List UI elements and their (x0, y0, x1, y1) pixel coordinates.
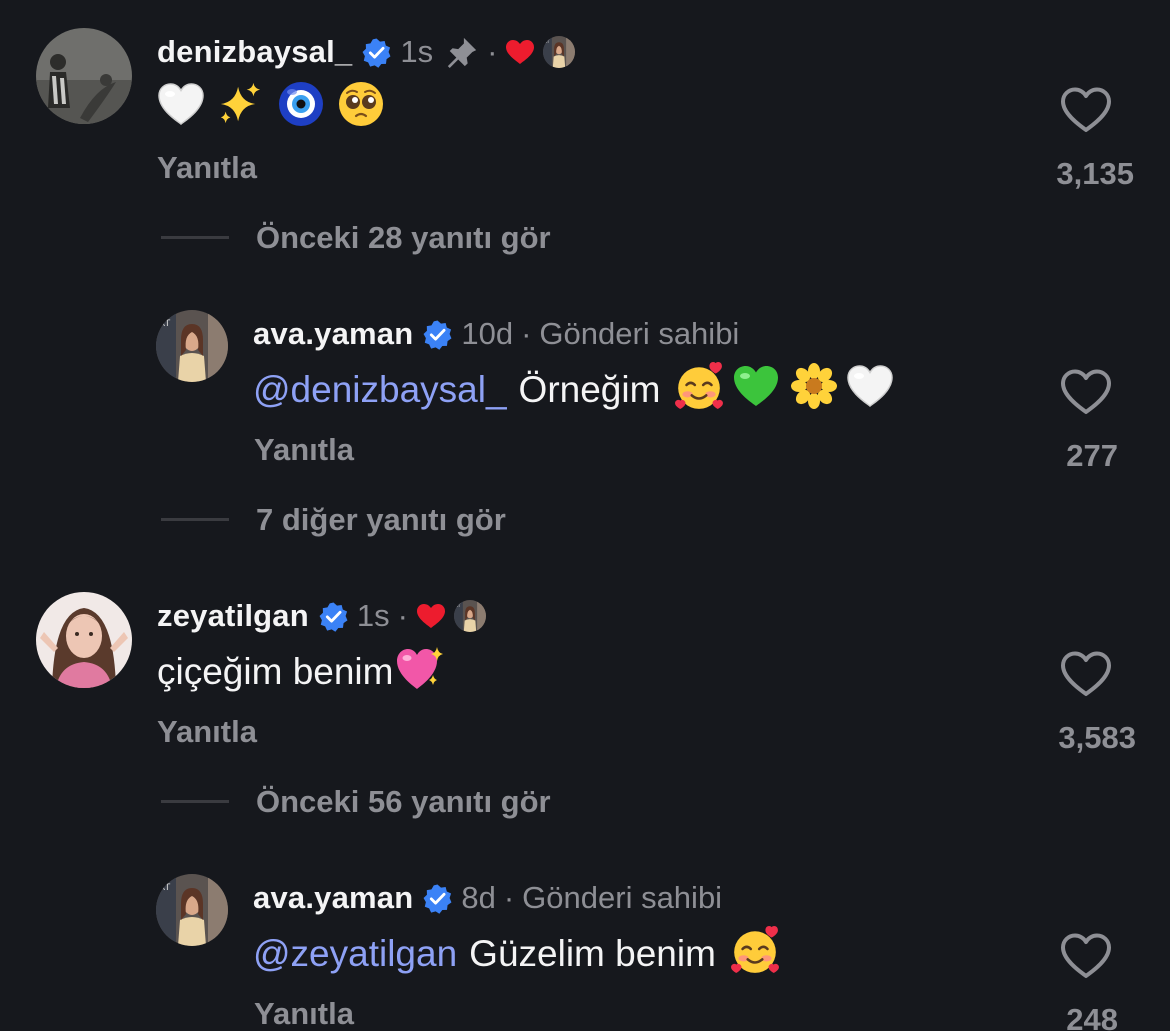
author-avatar-mini (541, 34, 578, 70)
like-heart-icon[interactable] (1059, 650, 1113, 698)
comment-body: Örneğim (518, 369, 661, 410)
like-heart-icon[interactable] (1059, 86, 1113, 134)
nazar-amulet-icon (277, 80, 325, 137)
like-count: 248 (1066, 1002, 1118, 1031)
comment-header: denizbaysal_ 1s · (157, 30, 578, 74)
thread-divider (161, 518, 229, 521)
comment-header: ava.yaman 8d · Gönderi sahibi (253, 876, 722, 920)
author-tag: Gönderi sahibi (522, 880, 723, 915)
like-heart-icon[interactable] (1059, 932, 1113, 980)
liked-by-author-heart-icon (505, 39, 535, 65)
liked-by-author-heart-icon (416, 603, 446, 629)
timestamp: 1s (400, 34, 434, 69)
sparkles-icon (217, 81, 263, 136)
green-heart-icon (732, 364, 780, 417)
comment-text (157, 82, 385, 134)
reply-button[interactable]: Yanıtla (157, 150, 257, 186)
mention-link[interactable]: @denizbaysal_ (253, 369, 507, 411)
reply-button[interactable]: Yanıtla (254, 432, 354, 468)
username[interactable]: zeyatilgan (157, 598, 309, 634)
avatar[interactable] (156, 874, 228, 946)
pleading-face-icon (337, 80, 385, 137)
pin-icon (445, 35, 479, 69)
timestamp: 10d (461, 316, 514, 351)
verified-badge-icon (422, 319, 453, 350)
reply-button[interactable]: Yanıtla (157, 714, 257, 750)
like-count: 3,135 (1056, 156, 1134, 191)
separator: · (503, 880, 515, 915)
username[interactable]: ava.yaman (253, 880, 413, 916)
like-count: 3,583 (1058, 720, 1136, 755)
thread-divider (161, 236, 229, 239)
comment-text: çiçeğim benim (157, 646, 443, 698)
timestamp: 8d (461, 880, 496, 915)
avatar[interactable] (36, 592, 132, 688)
white-heart-icon (846, 364, 894, 417)
smiling-face-with-hearts-icon (730, 925, 780, 984)
smiling-face-with-hearts-icon (674, 361, 724, 420)
timestamp: 1s (356, 598, 390, 633)
comment-body: Güzelim benim (469, 933, 716, 974)
avatar[interactable] (36, 28, 132, 124)
verified-badge-icon (422, 883, 453, 914)
white-heart-icon (157, 82, 205, 135)
blossom-icon (790, 362, 838, 419)
comment-body: çiçeğim benim (157, 651, 394, 692)
verified-badge-icon (318, 601, 349, 632)
mention-link[interactable]: @zeyatilgan (253, 933, 457, 975)
like-heart-icon[interactable] (1059, 368, 1113, 416)
avatar[interactable] (156, 310, 228, 382)
comment-text: @denizbaysal_ Örneğim (253, 364, 894, 416)
comment-text: @zeyatilgan Güzelim benim (253, 928, 780, 980)
view-more-replies-button[interactable]: 7 diğer yanıtı gör (256, 502, 506, 538)
reply-button[interactable]: Yanıtla (254, 996, 354, 1031)
separator: · (521, 316, 532, 351)
sparkling-heart-icon (395, 645, 443, 700)
comment-header: zeyatilgan 1s · (157, 594, 488, 638)
like-count: 277 (1066, 438, 1118, 473)
author-tag: Gönderi sahibi (539, 316, 740, 351)
view-previous-replies-button[interactable]: Önceki 28 yanıtı gör (256, 220, 551, 256)
verified-badge-icon (361, 37, 392, 68)
view-previous-replies-button[interactable]: Önceki 56 yanıtı gör (256, 784, 551, 820)
author-avatar-mini (451, 598, 488, 634)
username[interactable]: denizbaysal_ (157, 34, 352, 70)
separator: · (397, 598, 408, 633)
comment-header: ava.yaman 10d · Gönderi sahibi (253, 312, 739, 356)
separator: · (487, 34, 498, 69)
username[interactable]: ava.yaman (253, 316, 413, 352)
thread-divider (161, 800, 229, 803)
